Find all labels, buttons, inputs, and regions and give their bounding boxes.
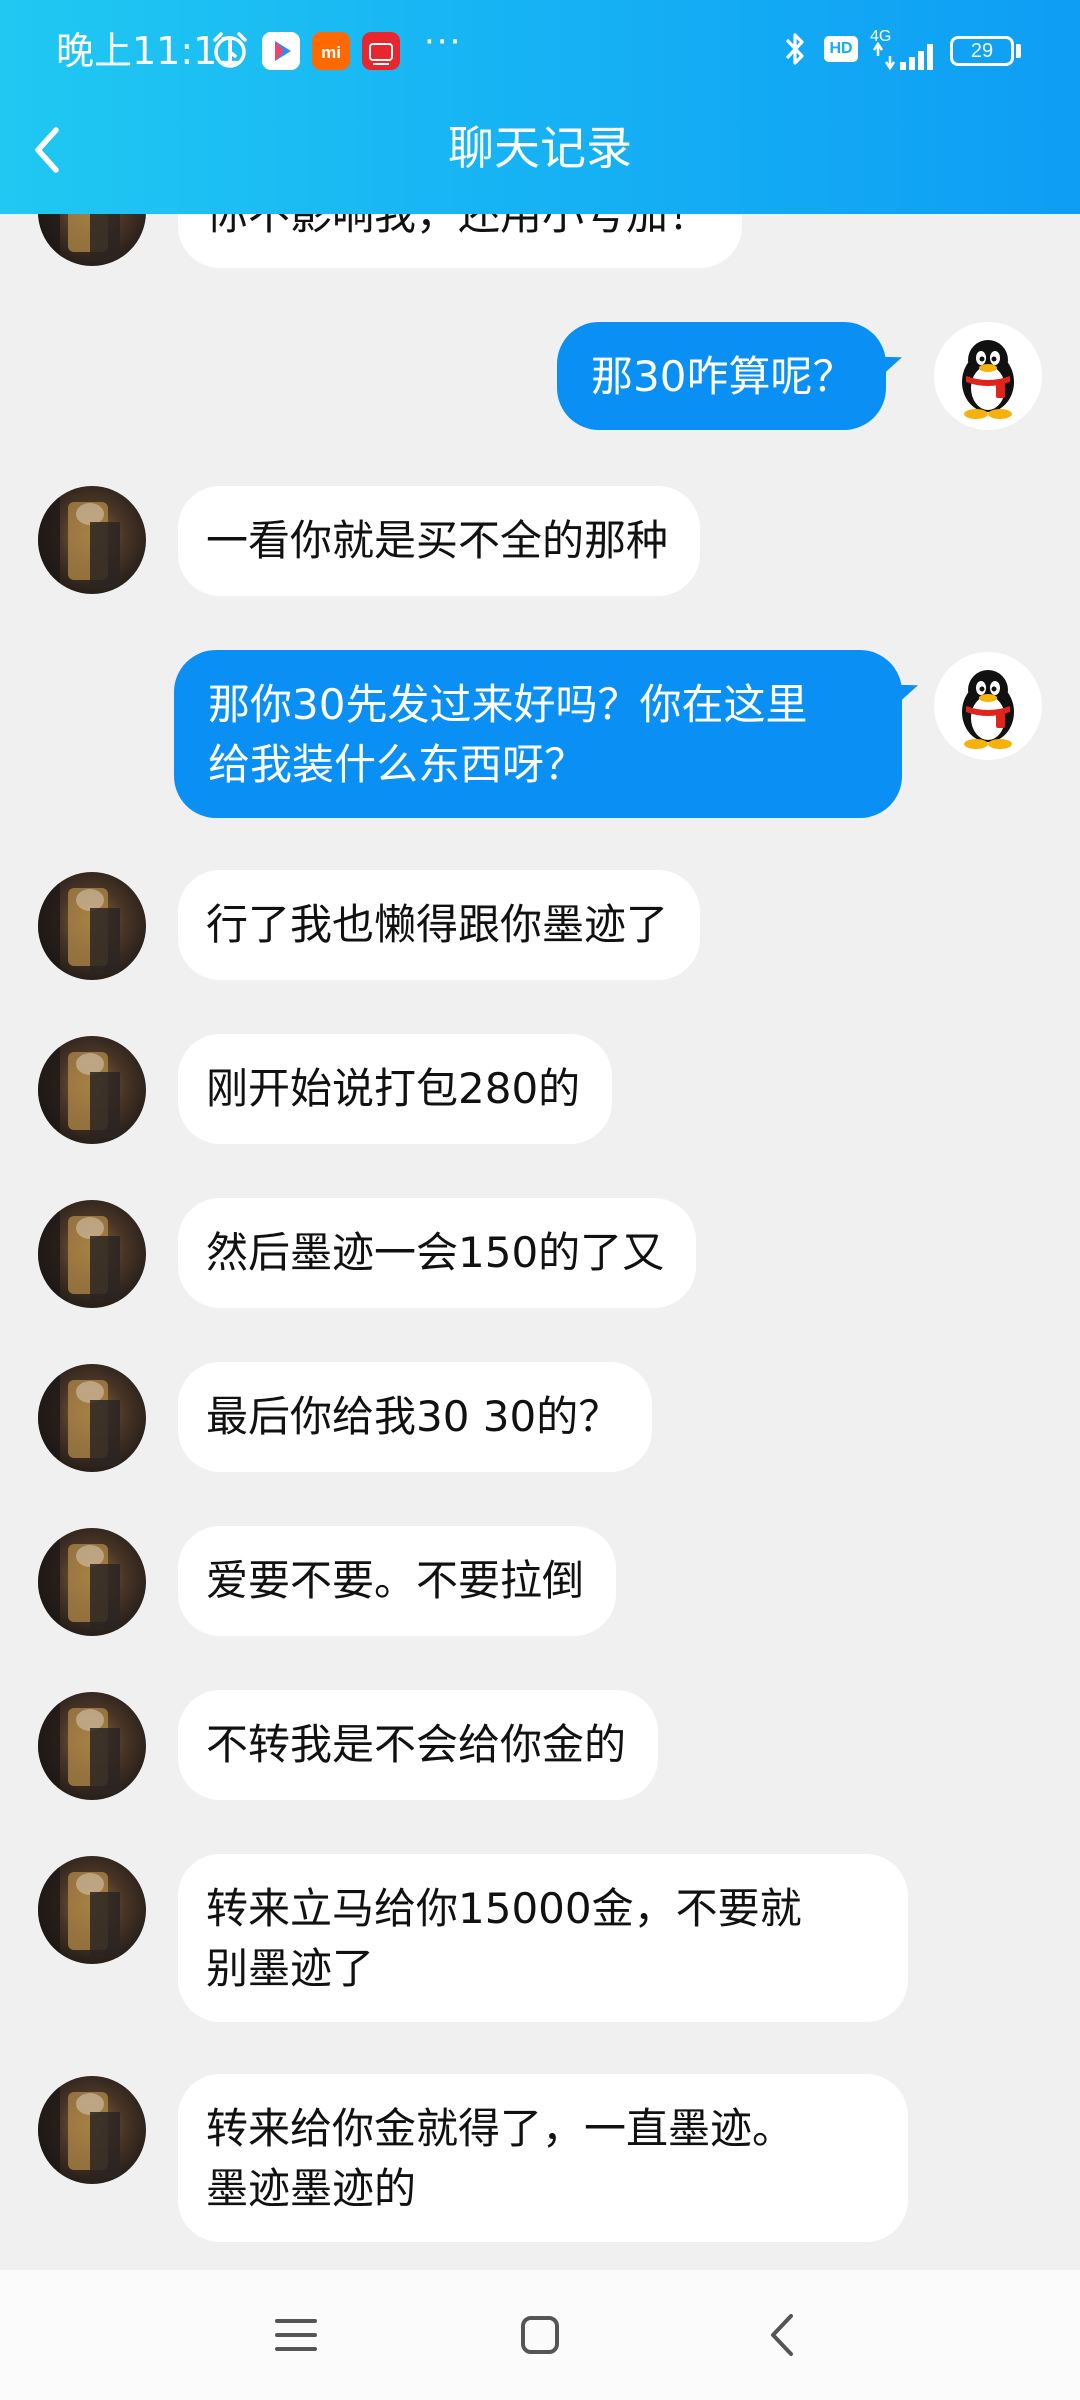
home-icon[interactable] [505, 2300, 575, 2370]
message-text: 行了我也懒得跟你墨迹了 [206, 900, 669, 949]
video-app-icon [262, 32, 300, 70]
contact-avatar[interactable] [38, 1036, 146, 1144]
message-text: 最后你给我30 30的？ [206, 1392, 621, 1441]
message-bubble-outgoing[interactable]: 那30咋算呢？ [557, 322, 887, 430]
message-bubble-incoming[interactable]: 不转我是不会给你金的 [178, 1690, 659, 1800]
message-bubble-incoming[interactable]: 转来立马给你15000金，不要就 别墨迹了 [178, 1854, 908, 2022]
bluetooth-icon [780, 28, 810, 74]
system-navigation-bar [0, 2270, 1080, 2400]
back-icon[interactable] [749, 2300, 819, 2370]
message-text: 不转我是不会给你金的 [206, 1720, 627, 1769]
page-title: 聊天记录 [448, 121, 632, 175]
signal-icon [872, 41, 938, 74]
battery-level: 29 [970, 40, 994, 62]
message-bubble-incoming[interactable]: 爱要不要。不要拉倒 [178, 1526, 617, 1636]
contact-avatar[interactable] [38, 1364, 146, 1472]
contact-avatar[interactable] [38, 2076, 146, 2184]
message-text: 一看你就是买不全的那种 [206, 516, 669, 565]
hd-icon: HD [824, 36, 858, 62]
message-text: 刚开始说打包280的 [206, 1064, 581, 1113]
message-bubble-outgoing[interactable]: 那你30先发过来好吗？你在这里 给我装什么东西呀？ [174, 650, 902, 818]
contact-avatar[interactable] [38, 872, 146, 980]
message-bubble-incoming[interactable]: 行了我也懒得跟你墨迹了 [178, 870, 701, 980]
message-text: 那30咋算呢？ [591, 352, 855, 401]
message-bubble-incoming[interactable]: 然后墨迹一会150的了又 [178, 1198, 697, 1308]
status-more-icon: ··· [424, 22, 463, 62]
message-text: 爱要不要。不要拉倒 [206, 1556, 585, 1605]
svg-text:mi: mi [321, 43, 341, 62]
chat-history[interactable]: 你不影响我，还用小号加！ 那30咋算呢？ 一看你就是买不全的那种 那你30先发过… [0, 0, 1080, 2270]
contact-avatar[interactable] [38, 486, 146, 594]
contact-avatar[interactable] [38, 1528, 146, 1636]
message-bubble-incoming[interactable]: 转来给你金就得了，一直墨迹。 墨迹墨迹的 [178, 2074, 908, 2242]
message-bubble-incoming[interactable]: 一看你就是买不全的那种 [178, 486, 701, 596]
contact-avatar[interactable] [38, 1200, 146, 1308]
message-text: 转来给你金就得了，一直墨迹。 墨迹墨迹的 [206, 2104, 795, 2213]
status-bar: 晚上11:11 mi ··· HD 4G 29 [0, 0, 1080, 100]
message-bubble-incoming[interactable]: 最后你给我30 30的？ [178, 1362, 653, 1472]
contact-avatar[interactable] [38, 1692, 146, 1800]
mi-app-icon: mi [312, 32, 350, 70]
my-avatar[interactable] [934, 322, 1042, 430]
message-bubble-incoming[interactable]: 刚开始说打包280的 [178, 1034, 613, 1144]
menu-icon[interactable] [261, 2300, 331, 2370]
message-text: 那你30先发过来好吗？你在这里 给我装什么东西呀？ [208, 680, 808, 789]
contact-avatar[interactable] [38, 1856, 146, 1964]
my-avatar[interactable] [934, 652, 1042, 760]
message-text: 转来立马给你15000金，不要就 别墨迹了 [206, 1884, 802, 1993]
app-header: 晚上11:11 mi ··· HD 4G 29 聊天记录 [0, 0, 1080, 214]
battery-tip [1016, 44, 1021, 58]
store-app-icon [362, 32, 400, 70]
message-text: 然后墨迹一会150的了又 [206, 1228, 665, 1277]
alarm-icon [210, 30, 250, 74]
